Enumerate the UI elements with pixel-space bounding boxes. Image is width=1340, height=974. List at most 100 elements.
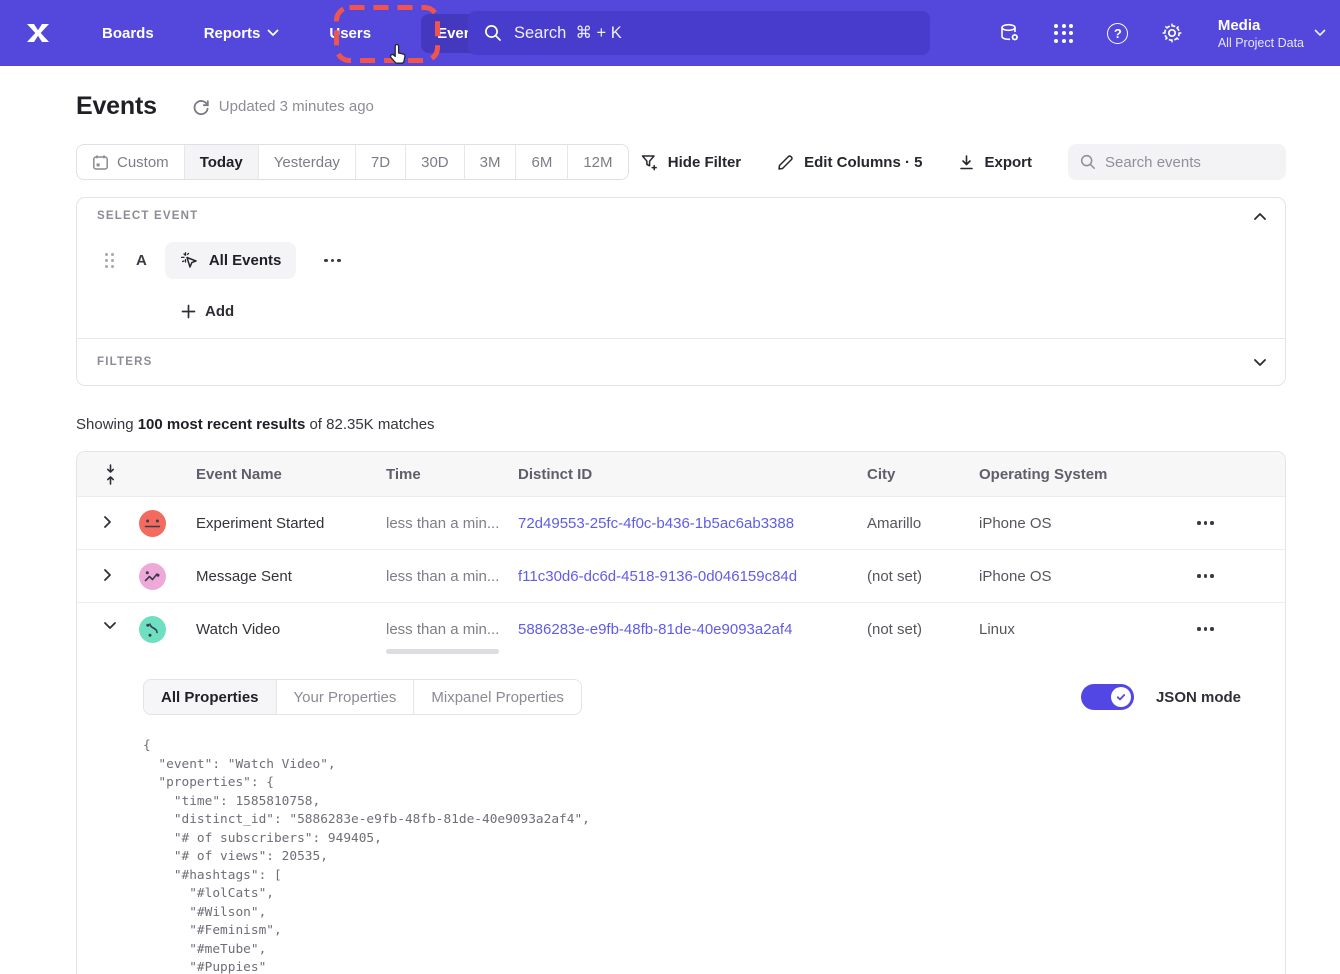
tab-your-properties-label: Your Properties xyxy=(294,689,397,706)
event-selector-label: All Events xyxy=(209,252,282,269)
data-management-icon[interactable] xyxy=(998,21,1022,45)
cell-event-name: Watch Video xyxy=(196,621,386,638)
chevron-up-icon[interactable] xyxy=(1253,212,1269,228)
cell-time: less than a min... xyxy=(386,621,518,638)
table-row-expanded: Watch Video less than a min... 5886283e-… xyxy=(77,602,1285,655)
summary-suffix: of 82.35K matches xyxy=(305,416,434,433)
date-range-custom[interactable]: Custom xyxy=(77,145,185,179)
toggle-knob xyxy=(1111,687,1131,707)
events-search[interactable] xyxy=(1068,144,1286,180)
cell-time: less than a min... xyxy=(386,568,518,585)
step-letter: A xyxy=(136,252,147,269)
mixpanel-logo-icon[interactable] xyxy=(20,15,56,51)
select-event-section: SELECT EVENT A All Events xyxy=(77,198,1285,338)
date-range-today-label: Today xyxy=(200,154,243,171)
cell-distinct-id[interactable]: 72d49553-25fc-4f0c-b436-1b5ac6ab3388 xyxy=(518,515,867,532)
date-range-6m-label: 6M xyxy=(531,154,552,171)
event-more-menu[interactable] xyxy=(324,259,341,263)
events-search-input[interactable] xyxy=(1105,154,1274,171)
hide-filter-label: Hide Filter xyxy=(668,154,741,171)
calendar-icon xyxy=(92,154,109,171)
column-header-city[interactable]: City xyxy=(867,466,979,483)
date-range-7d[interactable]: 7D xyxy=(356,145,406,179)
cell-distinct-id[interactable]: f11c30d6-dc6d-4518-9136-0d046159c84d xyxy=(518,568,867,585)
row-more-menu[interactable] xyxy=(1193,574,1285,578)
chevron-down-icon xyxy=(1314,29,1326,37)
chevron-right-icon[interactable] xyxy=(103,515,119,531)
cell-event-name: Experiment Started xyxy=(196,515,386,532)
horizontal-scrollbar-thumb[interactable] xyxy=(386,649,499,654)
search-icon xyxy=(1080,154,1096,170)
cell-city: Amarillo xyxy=(867,515,979,532)
edit-columns-button[interactable]: Edit Columns · 5 xyxy=(777,153,922,171)
nav-links: Boards Reports Users Events xyxy=(86,14,502,53)
nav-item-users[interactable]: Users xyxy=(313,14,387,53)
event-selector-pill[interactable]: All Events xyxy=(165,242,297,279)
sort-icon[interactable] xyxy=(105,463,119,485)
summary-count: 100 most recent results xyxy=(138,416,306,433)
refresh-icon[interactable] xyxy=(191,97,211,117)
json-mode-toggle[interactable] xyxy=(1081,684,1134,710)
column-header-time[interactable]: Time xyxy=(386,466,518,483)
json-mode-label: JSON mode xyxy=(1156,689,1241,706)
apps-grid-icon[interactable] xyxy=(1052,21,1076,45)
column-header-distinct-id[interactable]: Distinct ID xyxy=(518,466,867,483)
global-search[interactable] xyxy=(468,11,930,55)
hide-filter-button[interactable]: Hide Filter xyxy=(640,153,741,172)
filters-section[interactable]: FILTERS xyxy=(77,339,1285,385)
export-button[interactable]: Export xyxy=(958,154,1032,171)
date-range-3m[interactable]: 3M xyxy=(465,145,517,179)
date-range-6m[interactable]: 6M xyxy=(516,145,568,179)
tab-your-properties[interactable]: Your Properties xyxy=(277,680,415,714)
chevron-down-icon[interactable] xyxy=(1253,358,1269,374)
tab-mixpanel-properties[interactable]: Mixpanel Properties xyxy=(414,680,581,714)
last-updated-text: Updated 3 minutes ago xyxy=(219,98,374,115)
export-label: Export xyxy=(984,154,1032,171)
global-search-input[interactable] xyxy=(514,24,914,43)
summary-prefix: Showing xyxy=(76,416,138,433)
sparkle-cursor-icon xyxy=(180,251,199,270)
cell-time: less than a min... xyxy=(386,515,518,532)
query-builder-card: SELECT EVENT A All Events xyxy=(76,197,1286,386)
column-header-event-name[interactable]: Event Name xyxy=(196,466,386,483)
column-header-os[interactable]: Operating System xyxy=(979,466,1193,483)
drag-handle[interactable] xyxy=(105,253,114,268)
table-row: Message Sent less than a min... f11c30d6… xyxy=(77,549,1285,602)
event-avatar xyxy=(139,616,166,643)
navbar-right: ? Media All Project Data xyxy=(998,0,1326,66)
filters-label: FILTERS xyxy=(97,356,152,368)
download-icon xyxy=(958,154,975,171)
nav-item-users-label: Users xyxy=(329,25,371,42)
nav-item-boards-label: Boards xyxy=(102,25,154,42)
event-json-viewer[interactable]: { "event": "Watch Video", "properties": … xyxy=(143,737,1261,974)
date-range-control: Custom Today Yesterday 7D 30D 3M 6M 12M xyxy=(76,144,629,180)
settings-gear-icon[interactable] xyxy=(1160,21,1184,45)
cell-event-name: Message Sent xyxy=(196,568,386,585)
edit-columns-label: Edit Columns · 5 xyxy=(804,154,922,171)
event-avatar xyxy=(139,563,166,590)
date-range-today[interactable]: Today xyxy=(185,145,259,179)
table-header-row: Event Name Time Distinct ID City Operati… xyxy=(77,452,1285,496)
tab-all-properties-label: All Properties xyxy=(161,689,259,706)
date-range-yesterday[interactable]: Yesterday xyxy=(259,145,356,179)
nav-item-boards[interactable]: Boards xyxy=(86,14,170,53)
table-row: Experiment Started less than a min... 72… xyxy=(77,496,1285,549)
row-more-menu[interactable] xyxy=(1193,521,1285,525)
pencil-icon xyxy=(777,153,795,171)
tab-all-properties[interactable]: All Properties xyxy=(144,680,277,714)
add-event-button[interactable]: Add xyxy=(181,303,1265,320)
help-icon[interactable]: ? xyxy=(1106,21,1130,45)
cell-os: iPhone OS xyxy=(979,568,1193,585)
project-name: Media xyxy=(1218,16,1304,35)
results-summary: Showing 100 most recent results of 82.35… xyxy=(76,416,1286,433)
row-more-menu[interactable] xyxy=(1193,627,1285,631)
nav-item-reports[interactable]: Reports xyxy=(188,14,296,53)
cell-distinct-id[interactable]: 5886283e-e9fb-48fb-81de-40e9093a2af4 xyxy=(518,621,867,638)
date-range-30d[interactable]: 30D xyxy=(406,145,465,179)
chevron-down-icon[interactable] xyxy=(103,621,119,637)
events-table: Event Name Time Distinct ID City Operati… xyxy=(76,451,1286,974)
plus-icon xyxy=(181,304,196,319)
date-range-12m[interactable]: 12M xyxy=(568,145,627,179)
project-switcher[interactable]: Media All Project Data xyxy=(1218,16,1326,51)
chevron-right-icon[interactable] xyxy=(103,568,119,584)
